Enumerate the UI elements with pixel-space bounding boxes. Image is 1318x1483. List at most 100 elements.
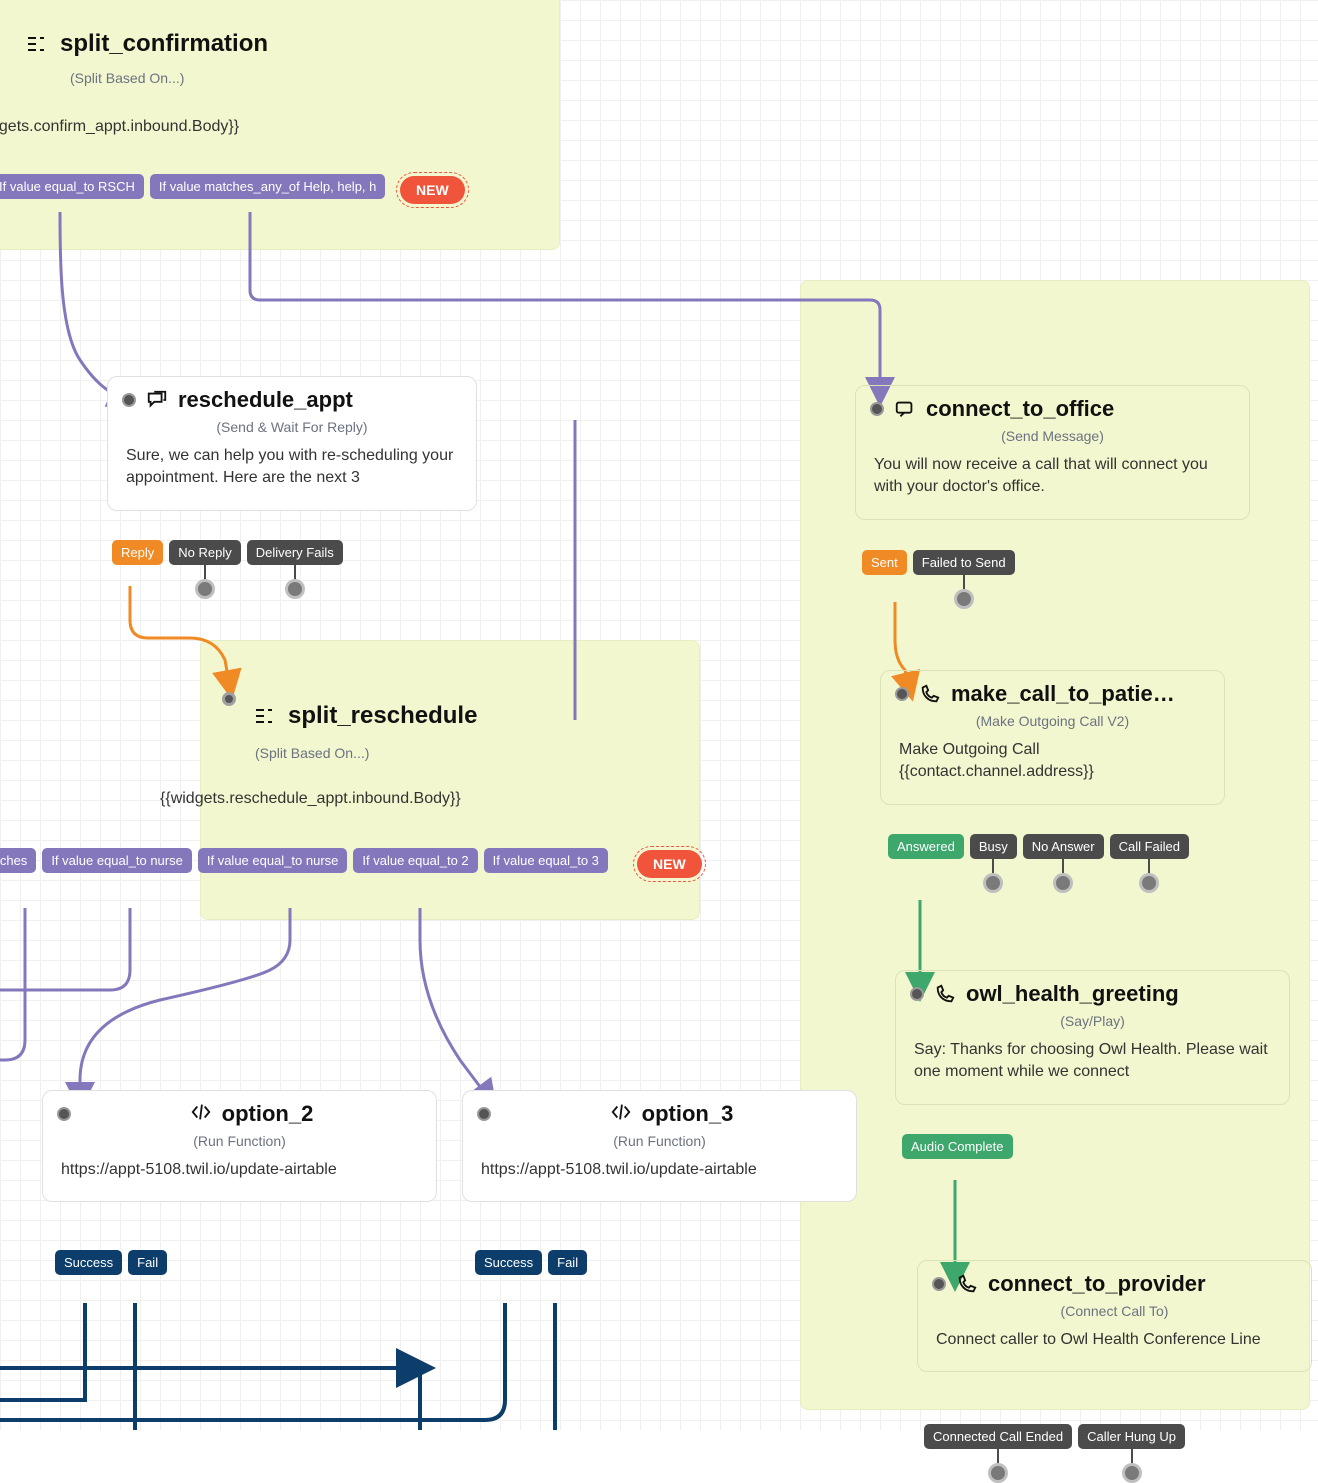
widget-body: https://appt-5108.twil.io/update-airtabl… [43,1159,436,1201]
output-pill-callfailed[interactable]: Call Failed [1110,834,1189,859]
output-pill-audio-complete[interactable]: Audio Complete [902,1134,1013,1159]
widget-title: option_3 [642,1101,734,1127]
output-pill-failed[interactable]: Failed to Send [913,550,1015,575]
output-pill-fail[interactable]: Fail [548,1250,587,1275]
new-condition-button[interactable]: NEW [637,850,702,878]
owl-health-outputs: Audio Complete [902,1134,1013,1159]
widget-body: Say: Thanks for choosing Owl Health. Ple… [896,1039,1289,1104]
condition-label: If value equal_to 3 [493,853,599,868]
pill-label: No Answer [1032,839,1095,854]
output-pill-noreply[interactable]: No Reply [169,540,240,565]
widget-title: reschedule_appt [178,387,353,413]
widget-make-call[interactable]: make_call_to_patie… (Make Outgoing Call … [880,670,1225,805]
split-icon [24,32,48,56]
widget-subtitle: (Run Function) [43,1127,436,1159]
widget-subtitle: (Send Message) [856,422,1249,454]
widget-expression: dgets.confirm_appt.inbound.Body}} [0,118,239,136]
condition-pill[interactable]: If value equal_to 2 [353,848,477,873]
output-pill-delivery-fails[interactable]: Delivery Fails [247,540,343,565]
widget-owl-health-greeting[interactable]: owl_health_greeting (Say/Play) Say: Than… [895,970,1290,1105]
condition-pill[interactable]: If value matches_any_of Help, help, h [150,174,386,199]
make-call-outputs: Answered Busy No Answer Call Failed [888,834,1189,859]
widget-body: Connect caller to Owl Health Conference … [918,1329,1311,1371]
input-port[interactable] [122,393,136,407]
pill-label: Delivery Fails [256,545,334,560]
widget-option-2[interactable]: option_2 (Run Function) https://appt-510… [42,1090,437,1202]
input-port[interactable] [870,402,884,416]
condition-label: If value matches_any_of Help, help, h [159,179,377,194]
widget-title: split_reschedule [288,702,477,730]
widget-body: You will now receive a call that will co… [856,454,1249,519]
chat-icon [146,389,168,411]
widget-subtitle: (Split Based On...) [255,745,369,761]
input-port[interactable] [932,1277,946,1291]
widget-title: owl_health_greeting [966,981,1179,1007]
widget-reschedule-appt[interactable]: reschedule_appt (Send & Wait For Reply) … [107,376,477,511]
condition-label: atches [0,853,27,868]
pill-label: Reply [121,545,154,560]
code-icon [190,1101,212,1127]
new-label: NEW [416,182,449,198]
input-port[interactable] [477,1107,491,1121]
widget-split-confirmation-title-row[interactable]: split_confirmation [24,30,268,58]
output-pill-success[interactable]: Success [55,1250,122,1275]
widget-title: connect_to_office [926,396,1114,422]
widget-subtitle: (Make Outgoing Call V2) [881,707,1224,739]
pill-label: Success [64,1255,113,1270]
pill-label: No Reply [178,545,231,560]
widget-subtitle: (Send & Wait For Reply) [108,413,476,445]
widget-split-reschedule-title-row[interactable]: split_reschedule [252,702,477,730]
phone-icon [934,983,956,1005]
condition-pill[interactable]: atches [0,848,36,873]
output-pill-fail[interactable]: Fail [128,1250,167,1275]
output-pill-sent[interactable]: Sent [862,550,907,575]
widget-title: connect_to_provider [988,1271,1206,1297]
phone-icon [919,683,941,705]
widget-connect-to-provider[interactable]: connect_to_provider (Connect Call To) Co… [917,1260,1312,1372]
pill-label: Answered [897,839,955,854]
output-pill-success[interactable]: Success [475,1250,542,1275]
connect-to-office-outputs: Sent Failed to Send [862,550,1015,575]
output-pill-reply[interactable]: Reply [112,540,163,565]
pill-label: Busy [979,839,1008,854]
widget-body: Sure, we can help you with re-scheduling… [108,445,476,510]
condition-pill[interactable]: If value equal_to RSCH [0,174,144,199]
condition-pill[interactable]: If value equal_to 3 [484,848,608,873]
output-pill-noanswer[interactable]: No Answer [1023,834,1104,859]
split-reschedule-conditions: atches If value equal_to nurse If value … [0,848,608,873]
widget-subtitle: (Split Based On...) [70,70,184,86]
input-port[interactable] [910,987,924,1001]
pill-label: Failed to Send [922,555,1006,570]
split-icon [252,704,276,728]
region-reschedule-split [200,640,700,920]
widget-option-3[interactable]: option_3 (Run Function) https://appt-510… [462,1090,857,1202]
pill-label: Connected Call Ended [933,1429,1063,1444]
input-port[interactable] [895,687,909,701]
widget-subtitle: (Run Function) [463,1127,856,1159]
connect-to-provider-outputs: Connected Call Ended Caller Hung Up [924,1424,1185,1449]
condition-label: If value equal_to 2 [362,853,468,868]
widget-subtitle: (Say/Play) [896,1007,1289,1039]
output-pill-hung[interactable]: Caller Hung Up [1078,1424,1185,1449]
split-confirmation-conditions: If value equal_to RSCH If value matches_… [0,174,385,199]
input-port[interactable] [57,1107,71,1121]
widget-connect-to-office[interactable]: connect_to_office (Send Message) You wil… [855,385,1250,520]
output-pill-answered[interactable]: Answered [888,834,964,859]
output-pill-busy[interactable]: Busy [970,834,1017,859]
option-3-outputs: Success Fail [475,1250,587,1275]
reschedule-appt-outputs: Reply No Reply Delivery Fails [112,540,343,565]
input-port[interactable] [222,692,236,706]
pill-label: Fail [557,1255,578,1270]
new-condition-button[interactable]: NEW [400,176,465,204]
pill-label: Call Failed [1119,839,1180,854]
condition-pill[interactable]: If value equal_to nurse [198,848,348,873]
pill-label: Sent [871,555,898,570]
widget-expression: {{widgets.reschedule_appt.inbound.Body}} [160,790,461,808]
widget-title: make_call_to_patie… [951,681,1175,707]
option-2-outputs: Success Fail [55,1250,167,1275]
condition-pill[interactable]: If value equal_to nurse [42,848,192,873]
new-label: NEW [653,856,686,872]
widget-title: option_2 [222,1101,314,1127]
phone-icon [956,1273,978,1295]
output-pill-ended[interactable]: Connected Call Ended [924,1424,1072,1449]
